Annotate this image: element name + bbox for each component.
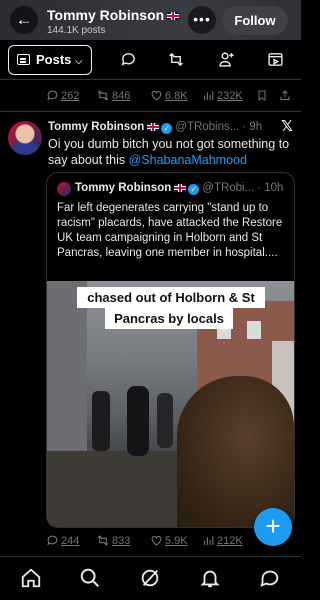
quoted-post-time: · 10h [257,182,284,194]
quoted-author-handle: @TRobi... [202,182,255,194]
repost-action[interactable]: 846 [96,89,130,102]
quoted-video[interactable]: chased out of Holborn & St Pancras by lo… [47,281,294,527]
add-user-icon[interactable] [217,51,235,69]
bookmark-icon[interactable] [256,89,270,102]
grok-icon[interactable] [139,567,161,589]
search-icon[interactable] [79,567,101,589]
follow-button[interactable]: Follow [222,6,288,35]
profile-tabs-toolbar: Posts ⌵ [0,40,301,80]
post-divider [0,111,301,112]
tweet-text: Oi you dumb bitch you not got something … [48,137,290,167]
chevron-down-icon: ⌵ [75,56,83,66]
like-action[interactable]: 5.9K [150,534,188,547]
home-icon[interactable] [20,567,42,589]
heart-icon [151,90,162,101]
quoted-post-text: Far left degenerates carrying "stand up … [57,202,283,259]
repost-icon [97,535,109,546]
quoted-post-header: Tommy Robinson ✓ @TRobi... · 10h [75,182,283,195]
quoted-author-name: Tommy Robinson [75,182,172,194]
reply-action[interactable]: 244 [46,534,79,547]
reply-icon [47,535,58,546]
previous-post-actions: 262 846 6.8K 232K [46,89,296,107]
tweet-header: Tommy Robinson ✓ @TRobins... · 9h [48,121,262,134]
repost-action[interactable]: 833 [96,534,130,547]
posts-label: Posts [36,52,72,67]
verified-badge-icon: ✓ [161,123,173,134]
posts-icon [17,54,30,65]
post-time: · 9h [242,121,263,133]
views-action[interactable]: 212K [202,534,243,547]
back-button[interactable]: ← [10,6,38,34]
verified-badge-icon: ✓ [188,184,200,195]
bottom-navigation [0,556,301,600]
heart-icon [151,535,162,546]
author-name[interactable]: Tommy Robinson [48,121,144,133]
post-count: 144.1K posts [47,25,106,36]
author-handle[interactable]: @TRobins... [175,121,239,133]
messages-icon[interactable] [259,567,281,589]
profile-name: Tommy Robinson [47,7,180,23]
repost-icon [97,90,109,101]
share-icon[interactable] [279,89,293,102]
x-logo-icon: 𝕏 [281,118,294,135]
more-options-button[interactable]: ••• [188,6,216,34]
uk-flag-icon [174,183,187,192]
reply-icon [47,90,58,101]
views-chart-icon [204,536,214,545]
reply-icon[interactable] [119,51,137,69]
quoted-post-card[interactable]: Tommy Robinson ✓ @TRobi... · 10h Far left d… [46,172,295,528]
uk-flag-icon [147,122,160,131]
author-avatar[interactable] [8,121,42,155]
notifications-bell-icon[interactable] [199,567,221,589]
reply-action[interactable]: 262 [46,89,79,102]
plus-icon: + [265,511,281,541]
video-caption-line-1: chased out of Holborn & St [77,287,265,308]
views-chart-icon [204,91,214,100]
compose-post-button[interactable]: + [254,508,292,546]
mention-link[interactable]: @ShabanaMahmood [129,153,247,167]
back-arrow-icon: ← [15,10,33,29]
repost-icon[interactable] [167,51,185,69]
views-action[interactable]: 232K [202,89,243,102]
video-caption-line-2: Pancras by locals [105,308,233,329]
quoted-author-avatar [57,182,71,196]
posts-filter-dropdown[interactable]: Posts ⌵ [8,45,92,75]
like-action[interactable]: 6.8K [150,89,188,102]
uk-flag-icon [167,12,180,21]
profile-header: ← Tommy Robinson 144.1K posts ••• Follow [0,0,301,40]
video-icon[interactable] [266,51,284,69]
